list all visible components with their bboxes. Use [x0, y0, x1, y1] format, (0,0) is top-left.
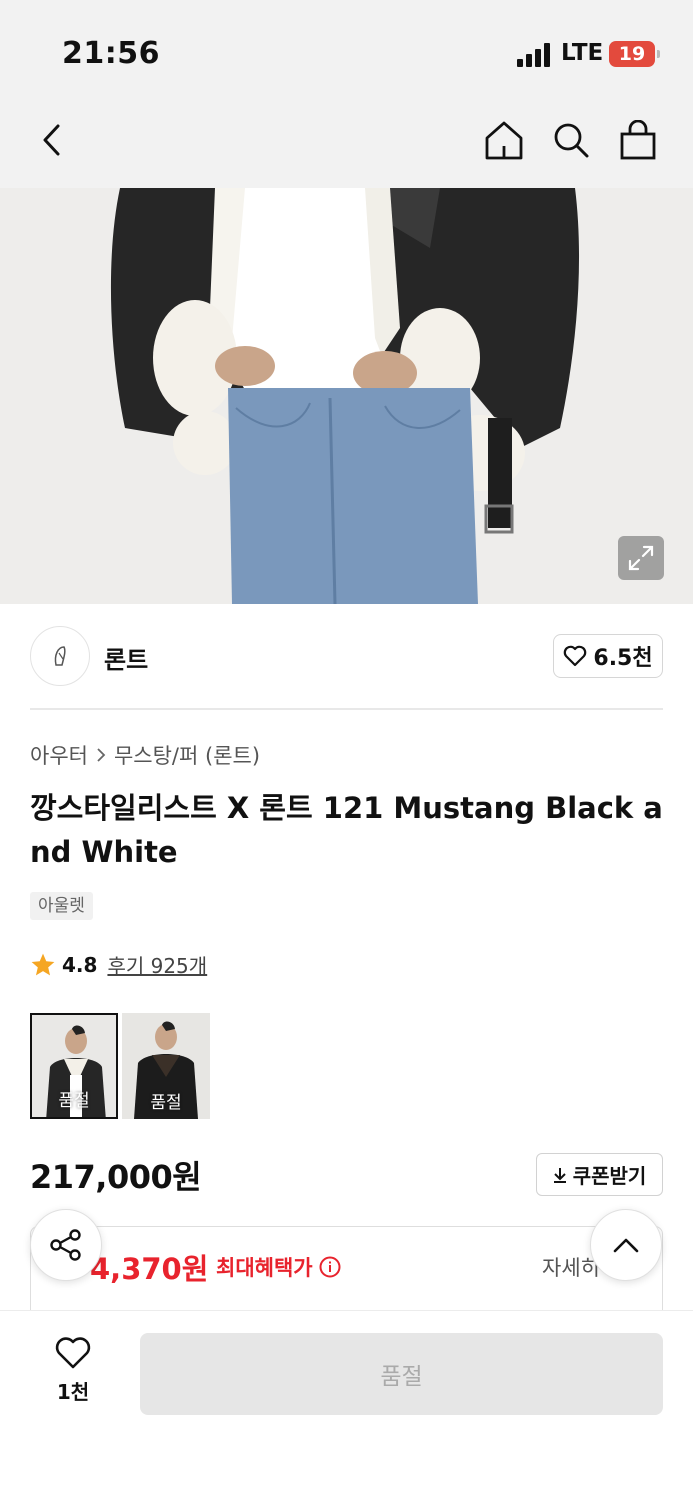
max-benefit-label: 최대혜택가	[216, 1252, 341, 1282]
heart-icon	[55, 1337, 91, 1369]
brand-logo[interactable]	[30, 626, 90, 686]
star-icon	[31, 953, 55, 975]
bag-icon	[620, 120, 656, 160]
divider	[30, 708, 663, 710]
brand-mark-icon	[54, 646, 66, 666]
chevron-right-icon	[97, 748, 106, 762]
product-photo	[0, 188, 693, 604]
rating-score: 4.8	[62, 952, 98, 977]
option-swatch[interactable]: 품절	[30, 1013, 118, 1119]
share-button[interactable]	[30, 1209, 102, 1281]
reviews-link[interactable]: 후기 925개	[107, 950, 207, 979]
brand-like-button[interactable]: 6.5천	[553, 634, 663, 678]
home-icon	[485, 121, 523, 160]
download-icon	[553, 1167, 566, 1183]
cart-button[interactable]	[618, 120, 658, 160]
product-title: 깡스타일리스트 X 론트 121 Mustang Black and White	[30, 791, 663, 869]
soldout-button[interactable]: 품절	[140, 1333, 663, 1415]
search-button[interactable]	[551, 120, 591, 160]
outlet-tag: 아울렛	[30, 892, 93, 920]
home-button[interactable]	[484, 120, 524, 160]
soldout-label: 품절	[58, 1091, 90, 1111]
signal-icon	[517, 43, 553, 67]
breadcrumb: 아우터 무스탕/퍼 (론트)	[30, 740, 260, 770]
search-icon	[554, 123, 589, 158]
option-swatch[interactable]: 품절	[122, 1013, 210, 1119]
network-label: LTE	[561, 40, 604, 66]
brand-name[interactable]: 론트	[104, 640, 148, 675]
expand-icon	[628, 545, 654, 571]
battery-icon: 19	[609, 41, 660, 67]
heart-icon	[564, 645, 587, 667]
wish-button[interactable]: 1천	[40, 1336, 106, 1405]
coupon-label: 쿠폰받기	[572, 1164, 647, 1188]
coupon-button[interactable]: 쿠폰받기	[536, 1153, 663, 1196]
wish-count: 1천	[56, 1380, 90, 1404]
share-icon	[50, 1229, 81, 1261]
top-bar: 21:56 LTE 19	[0, 0, 693, 188]
back-button[interactable]	[32, 120, 72, 160]
brand-like-count: 6.5천	[593, 646, 653, 671]
status-time: 21:56	[62, 36, 160, 71]
expand-image-button[interactable]	[618, 536, 664, 580]
chevron-up-icon	[613, 1238, 639, 1253]
max-benefit-text: 최대혜택가	[216, 1256, 313, 1280]
soldout-label: 품절	[150, 1093, 182, 1113]
info-icon[interactable]	[319, 1256, 341, 1278]
breadcrumb-subcategory[interactable]: 무스탕/퍼 (론트)	[114, 740, 260, 770]
product-price: 217,000원	[30, 1158, 202, 1196]
max-benefit-price: 4,370원	[90, 1252, 209, 1286]
chevron-left-icon	[43, 124, 60, 156]
breadcrumb-category[interactable]: 아우터	[30, 740, 88, 770]
product-image[interactable]	[0, 188, 693, 604]
rating: 4.8 후기 925개	[30, 950, 207, 979]
scroll-top-button[interactable]	[590, 1209, 662, 1281]
